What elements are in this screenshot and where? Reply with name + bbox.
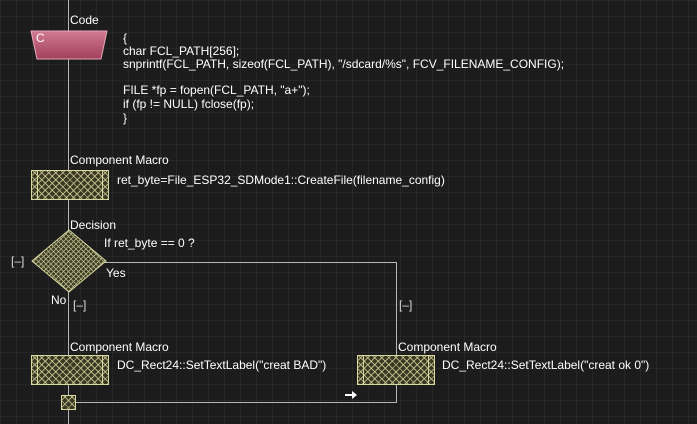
macro-create-header: Component Macro <box>70 153 169 167</box>
macro-create-call: ret_byte=File_ESP32_SDMode1::CreateFile(… <box>117 173 445 187</box>
decision-no-label: No <box>51 293 67 307</box>
code-line: } <box>123 111 128 125</box>
merge-line <box>68 402 397 403</box>
code-block-header: Code <box>70 13 99 27</box>
macro-ok-block[interactable] <box>357 355 435 385</box>
decision-yes-label: Yes <box>106 266 126 280</box>
code-line: { <box>123 31 128 45</box>
macro-bad-call: DC_Rect24::SetTextLabel("creat BAD") <box>117 358 327 372</box>
decision-diamond[interactable] <box>31 229 107 293</box>
collapse-yes-toggle[interactable]: [–] <box>399 298 412 312</box>
macro-ok-call: DC_Rect24::SetTextLabel("creat ok 0") <box>442 358 650 372</box>
code-block-icon[interactable]: C <box>30 30 108 60</box>
yes-branch-line <box>96 262 396 263</box>
collapse-no-toggle[interactable]: [–] <box>73 298 86 312</box>
code-line: FILE *fp = fopen(FCL_PATH, "a+"); <box>123 83 310 97</box>
macro-bad-header: Component Macro <box>70 340 169 354</box>
code-icon-label: C <box>36 31 45 45</box>
code-line: snprintf(FCL_PATH, sizeof(FCL_PATH), "/s… <box>123 57 565 71</box>
merge-junction-node[interactable] <box>61 395 76 410</box>
code-line: if (fp != NULL) fclose(fp); <box>123 97 255 111</box>
macro-bad-block[interactable] <box>31 355 109 385</box>
macro-create-block[interactable] <box>31 170 109 200</box>
code-line: char FCL_PATH[256]; <box>123 44 240 58</box>
code-text: { char FCL_PATH[256]; snprintf(FCL_PATH,… <box>123 31 564 125</box>
macro-ok-header: Component Macro <box>398 340 497 354</box>
decision-condition: If ret_byte == 0 ? <box>104 236 195 250</box>
arrow-right-icon <box>344 387 358 399</box>
decision-diamond-icon <box>31 229 107 293</box>
collapse-left-toggle[interactable]: [–] <box>11 254 24 268</box>
